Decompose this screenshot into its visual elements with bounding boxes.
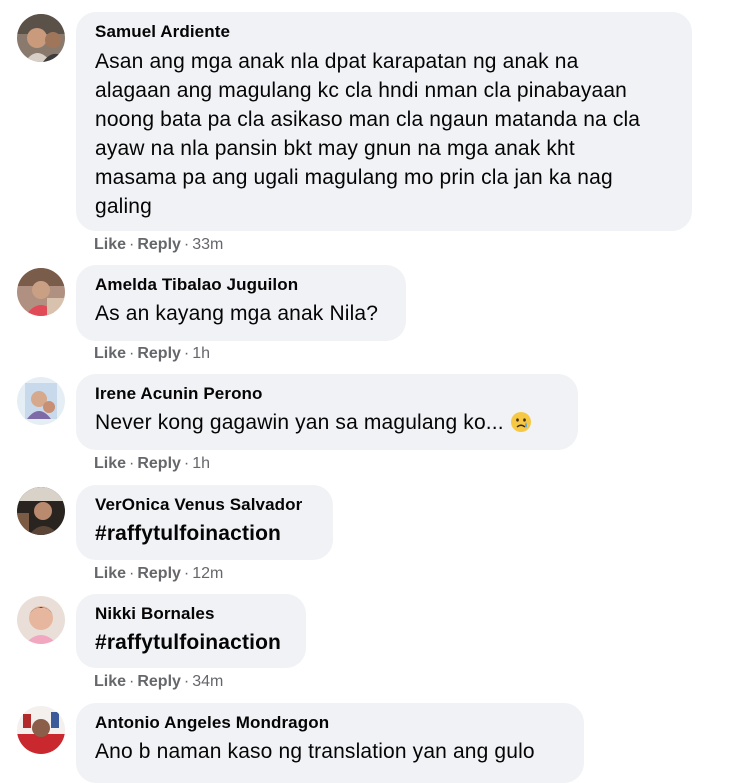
- timestamp[interactable]: 12m: [192, 565, 223, 582]
- comment-bubble: Antonio Angeles Mondragon Ano b naman ka…: [76, 703, 584, 783]
- comment-line: alagaan ang magulang kc cla hndi nman cl…: [95, 79, 628, 102]
- separator: ·: [129, 455, 135, 472]
- reply-button[interactable]: Reply: [137, 673, 181, 690]
- separator: ·: [183, 673, 190, 690]
- comment-bubble: Irene Acunin Perono Never kong gagawin y…: [76, 374, 578, 450]
- hashtag-link[interactable]: #raffytulfoinaction: [95, 628, 290, 657]
- separator: ·: [183, 455, 190, 472]
- comment-author[interactable]: Nikki Bornales: [95, 604, 290, 624]
- avatar[interactable]: [17, 706, 65, 754]
- comment-author[interactable]: VerOnica Venus Salvador: [95, 495, 317, 515]
- reply-button[interactable]: Reply: [137, 345, 181, 362]
- like-button[interactable]: Like: [94, 345, 126, 362]
- separator: ·: [129, 345, 135, 362]
- comment-line: Asan ang mga anak nla dpat karapatan ng …: [95, 50, 579, 73]
- comment-line: noong bata pa cla asikaso man cla ngaun …: [95, 108, 641, 131]
- hashtag-link[interactable]: #raffytulfoinaction: [95, 519, 317, 548]
- comment-line: galing: [95, 195, 152, 218]
- timestamp[interactable]: 34m: [192, 673, 223, 690]
- reply-button[interactable]: Reply: [137, 565, 181, 582]
- crying-face-emoji: [510, 412, 531, 432]
- comment-author[interactable]: Antonio Angeles Mondragon: [95, 713, 568, 733]
- comment-actions: Like · Reply · 1h: [94, 454, 210, 474]
- comment-author[interactable]: Amelda Tibalao Juguilon: [95, 275, 390, 295]
- comment-actions: Like · Reply · 34m: [94, 672, 223, 692]
- timestamp[interactable]: 1h: [192, 455, 210, 472]
- separator: ·: [183, 236, 190, 253]
- comment-text: As an kayang mga anak Nila?: [95, 302, 379, 325]
- separator: ·: [129, 673, 135, 690]
- timestamp[interactable]: 1h: [192, 345, 210, 362]
- comment-line: ayaw na nla pansin bkt may gnun na mga a…: [95, 137, 575, 160]
- comment-bubble: Nikki Bornales #raffytulfoinaction: [76, 594, 306, 668]
- comment-line: masama pa ang ugali magulang mo prin cla…: [95, 166, 613, 189]
- like-button[interactable]: Like: [94, 455, 126, 472]
- comment-actions: Like · Reply · 1h: [94, 344, 210, 364]
- avatar[interactable]: [17, 377, 65, 425]
- comment-bubble: VerOnica Venus Salvador #raffytulfoinact…: [76, 485, 333, 560]
- avatar[interactable]: [17, 487, 65, 535]
- comment-bubble: Samuel Ardiente Asan ang mga anak nla dp…: [76, 12, 692, 231]
- separator: ·: [183, 565, 190, 582]
- separator: ·: [129, 236, 135, 253]
- reply-button[interactable]: Reply: [137, 236, 181, 253]
- avatar[interactable]: [17, 268, 65, 316]
- comment-actions: Like · Reply · 33m: [94, 235, 223, 255]
- separator: ·: [129, 565, 135, 582]
- comment-bubble: Amelda Tibalao Juguilon As an kayang mga…: [76, 265, 406, 341]
- avatar[interactable]: [17, 14, 65, 62]
- timestamp[interactable]: 33m: [192, 236, 223, 253]
- comment-text: Ano b naman kaso ng translation yan ang …: [95, 740, 535, 763]
- comment-author[interactable]: Irene Acunin Perono: [95, 384, 562, 404]
- like-button[interactable]: Like: [94, 673, 126, 690]
- like-button[interactable]: Like: [94, 565, 126, 582]
- comment-text-content: Never kong gagawin yan sa magulang ko...: [95, 411, 504, 434]
- avatar[interactable]: [17, 596, 65, 644]
- like-button[interactable]: Like: [94, 236, 126, 253]
- separator: ·: [183, 345, 190, 362]
- comment-author[interactable]: Samuel Ardiente: [95, 22, 676, 42]
- reply-button[interactable]: Reply: [137, 455, 181, 472]
- comment-actions: Like · Reply · 12m: [94, 564, 223, 584]
- comment-text: Asan ang mga anak nla dpat karapatan ng …: [95, 47, 676, 221]
- comment-text: Never kong gagawin yan sa magulang ko...: [95, 408, 562, 437]
